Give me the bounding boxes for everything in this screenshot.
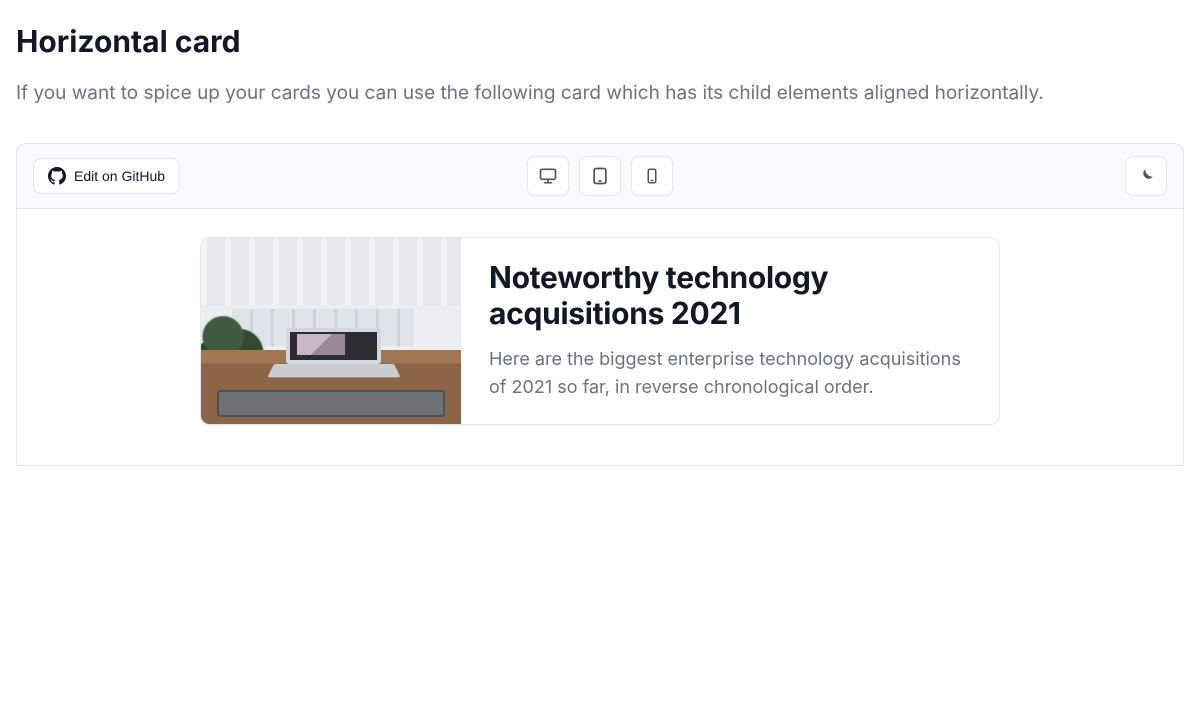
viewport-desktop-button[interactable] bbox=[527, 156, 569, 196]
demo-canvas: Noteworthy technology acquisitions 2021 … bbox=[17, 209, 1183, 465]
section-title: Horizontal card bbox=[16, 24, 1184, 60]
section-description: If you want to spice up your cards you c… bbox=[16, 78, 1076, 107]
edit-on-github-label: Edit on GitHub bbox=[74, 168, 165, 184]
github-icon bbox=[48, 167, 66, 185]
viewport-mobile-button[interactable] bbox=[631, 156, 673, 196]
dark-mode-toggle[interactable] bbox=[1125, 156, 1167, 196]
viewport-tablet-button[interactable] bbox=[579, 156, 621, 196]
edit-on-github-button[interactable]: Edit on GitHub bbox=[33, 158, 180, 194]
card-body: Noteworthy technology acquisitions 2021 … bbox=[461, 238, 999, 424]
desktop-icon bbox=[538, 166, 558, 186]
card-title: Noteworthy technology acquisitions 2021 bbox=[489, 260, 971, 332]
card-text: Here are the biggest enterprise technolo… bbox=[489, 346, 969, 402]
card-image bbox=[201, 238, 461, 424]
demo-panel: Edit on GitHub bbox=[16, 143, 1184, 466]
moon-icon bbox=[1137, 167, 1155, 185]
tablet-icon bbox=[590, 166, 610, 186]
demo-toolbar: Edit on GitHub bbox=[17, 144, 1183, 209]
mobile-icon bbox=[643, 167, 661, 185]
horizontal-card[interactable]: Noteworthy technology acquisitions 2021 … bbox=[200, 237, 1000, 425]
